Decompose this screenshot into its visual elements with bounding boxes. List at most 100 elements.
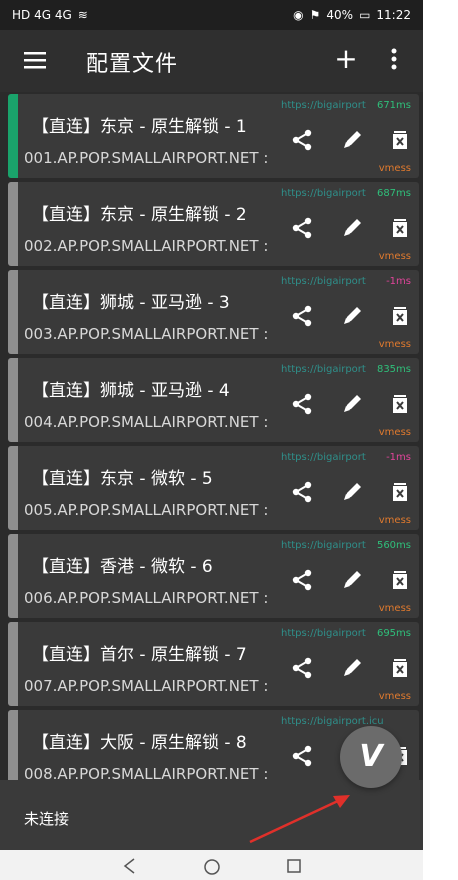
phone-screen: HD 4G 4G ≋ ◉ ⚑ 40% ▭ 11:22 配置文件 + 【直连】东京… [0,0,423,880]
selection-indicator [8,94,18,178]
v2ray-logo-icon: V [359,739,383,774]
screenshot-margin [423,0,458,880]
profile-list[interactable]: 【直连】东京 - 原生解锁 - 1 001.AP.POP.SMALLAIRPOR… [0,92,423,780]
profile-address: 007.AP.POP.SMALLAIRPORT.NET : [24,677,269,695]
profile-card[interactable]: 【直连】香港 - 微软 - 6 006.AP.POP.SMALLAIRPORT.… [8,534,419,618]
connect-fab-button[interactable]: V [340,726,402,788]
share-icon[interactable] [288,214,316,242]
profile-subscription-url: https://bigairport [281,276,366,287]
share-icon[interactable] [288,742,316,770]
profile-address: 001.AP.POP.SMALLAIRPORT.NET : [24,149,269,167]
trash-icon[interactable] [386,566,414,594]
profile-latency: 695ms [376,628,411,639]
trash-icon[interactable] [386,126,414,154]
share-icon[interactable] [288,126,316,154]
more-vert-icon[interactable] [384,44,404,74]
recents-icon[interactable] [282,856,306,876]
profile-latency: 671ms [376,100,411,111]
profile-name: 【直连】狮城 - 亚马逊 - 4 [32,381,230,401]
profile-subscription-url: https://bigairport [281,364,366,375]
profile-card[interactable]: 【直连】首尔 - 原生解锁 - 7 007.AP.POP.SMALLAIRPOR… [8,622,419,706]
eye-icon: ◉ [293,8,304,22]
profile-subscription-url: https://bigairport [281,628,366,639]
selection-indicator [8,622,18,706]
profile-name: 【直连】东京 - 原生解锁 - 2 [32,205,247,225]
profile-protocol: vmess [378,339,411,350]
profile-address: 002.AP.POP.SMALLAIRPORT.NET : [24,237,269,255]
trash-icon[interactable] [386,302,414,330]
selection-indicator [8,446,18,530]
status-right: ◉ ⚑ 40% ▭ 11:22 [293,8,411,22]
profile-latency: 835ms [376,364,411,375]
profile-latency: -1ms [386,276,411,287]
profile-protocol: vmess [378,427,411,438]
pencil-icon[interactable] [338,566,366,594]
profile-name: 【直连】首尔 - 原生解锁 - 7 [32,645,247,665]
selection-indicator [8,710,18,780]
pencil-icon[interactable] [338,126,366,154]
profile-address: 003.AP.POP.SMALLAIRPORT.NET : [24,325,269,343]
profile-protocol: vmess [378,163,411,174]
status-left: HD 4G 4G ≋ [12,8,88,22]
system-nav-bar [0,850,423,880]
profile-name: 【直连】东京 - 原生解锁 - 1 [32,117,247,137]
selection-indicator [8,182,18,266]
battery-percent: 40% [326,8,354,22]
page-title: 配置文件 [86,52,179,77]
pencil-icon[interactable] [338,478,366,506]
status-bar: HD 4G 4G ≋ ◉ ⚑ 40% ▭ 11:22 [0,0,423,30]
profile-address: 006.AP.POP.SMALLAIRPORT.NET : [24,589,269,607]
wifi-icon: ≋ [77,8,88,22]
profile-address: 004.AP.POP.SMALLAIRPORT.NET : [24,413,269,431]
add-profile-button[interactable]: + [331,44,361,74]
selection-indicator [8,534,18,618]
clock: 11:22 [376,8,411,22]
connection-bar: 未连接 [0,780,423,850]
profile-protocol: vmess [378,515,411,526]
battery-icon: ▭ [359,8,371,22]
share-icon[interactable] [288,302,316,330]
profile-subscription-url: https://bigairport [281,100,366,111]
trash-icon[interactable] [386,654,414,682]
pencil-icon[interactable] [338,214,366,242]
profile-protocol: vmess [378,603,411,614]
trash-icon[interactable] [386,390,414,418]
profile-latency: 560ms [376,540,411,551]
profile-name: 【直连】香港 - 微软 - 6 [32,557,213,577]
selection-indicator [8,270,18,354]
profile-card[interactable]: 【直连】狮城 - 亚马逊 - 4 004.AP.POP.SMALLAIRPORT… [8,358,419,442]
profile-name: 【直连】大阪 - 原生解锁 - 8 [32,733,247,753]
pencil-icon[interactable] [338,390,366,418]
profile-card[interactable]: 【直连】狮城 - 亚马逊 - 3 003.AP.POP.SMALLAIRPORT… [8,270,419,354]
profile-card[interactable]: 【直连】东京 - 原生解锁 - 1 001.AP.POP.SMALLAIRPOR… [8,94,419,178]
profile-subscription-url: https://bigairport [281,540,366,551]
trash-icon[interactable] [386,214,414,242]
profile-card[interactable]: 【直连】东京 - 原生解锁 - 2 002.AP.POP.SMALLAIRPOR… [8,182,419,266]
profile-protocol: vmess [378,251,411,262]
profile-name: 【直连】东京 - 微软 - 5 [32,469,213,489]
profile-name: 【直连】狮城 - 亚马逊 - 3 [32,293,230,313]
profile-card[interactable]: 【直连】东京 - 微软 - 5 005.AP.POP.SMALLAIRPORT.… [8,446,419,530]
connection-status: 未连接 [24,810,70,828]
app-bar: 配置文件 + [0,30,423,92]
profile-address: 005.AP.POP.SMALLAIRPORT.NET : [24,501,269,519]
home-icon[interactable] [200,856,224,876]
share-icon[interactable] [288,390,316,418]
selection-indicator [8,358,18,442]
back-icon[interactable] [118,856,142,876]
profile-subscription-url: https://bigairport [281,188,366,199]
share-icon[interactable] [288,654,316,682]
share-icon[interactable] [288,478,316,506]
menu-icon[interactable] [22,48,50,72]
pencil-icon[interactable] [338,654,366,682]
profile-subscription-url: https://bigairport [281,452,366,463]
share-icon[interactable] [288,566,316,594]
profile-address: 008.AP.POP.SMALLAIRPORT.NET : [24,765,269,780]
pencil-icon[interactable] [338,302,366,330]
profile-latency: 687ms [376,188,411,199]
network-indicator: HD 4G 4G [12,8,72,22]
profile-protocol: vmess [378,691,411,702]
trash-icon[interactable] [386,478,414,506]
mute-icon: ⚑ [309,8,321,22]
profile-latency: -1ms [386,452,411,463]
